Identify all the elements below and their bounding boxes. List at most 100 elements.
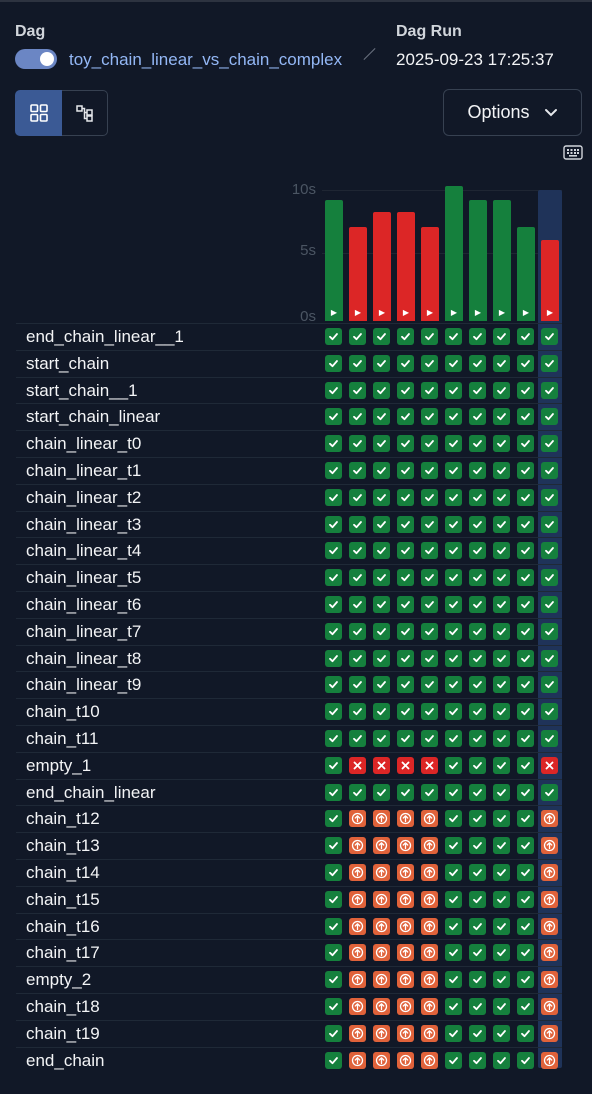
task-instance-cell[interactable]: [325, 756, 342, 774]
task-instance-cell[interactable]: [469, 944, 486, 962]
task-instance-cell[interactable]: [517, 944, 534, 962]
task-instance-cell[interactable]: [445, 328, 462, 345]
task-instance-cell[interactable]: [493, 810, 510, 828]
task-instance-cell[interactable]: [469, 435, 486, 453]
task-instance-cell[interactable]: [349, 810, 366, 828]
task-instance-cell[interactable]: [397, 783, 414, 801]
task-instance-cell[interactable]: [325, 944, 342, 962]
task-name[interactable]: chain_linear_t0: [26, 434, 141, 454]
task-instance-cell[interactable]: [541, 354, 558, 372]
task-instance-cell[interactable]: [373, 381, 390, 399]
task-instance-cell[interactable]: [325, 837, 342, 855]
run-duration-bar[interactable]: ▶: [397, 212, 415, 321]
task-instance-cell[interactable]: [445, 890, 462, 908]
task-instance-cell[interactable]: [397, 1051, 414, 1069]
task-instance-cell[interactable]: [397, 622, 414, 640]
task-instance-cell[interactable]: [397, 408, 414, 426]
task-instance-cell[interactable]: [397, 730, 414, 747]
task-instance-cell[interactable]: [541, 488, 558, 506]
task-instance-cell[interactable]: [541, 622, 558, 640]
task-name[interactable]: end_chain_linear: [26, 783, 156, 803]
task-instance-cell[interactable]: [541, 1024, 558, 1042]
task-instance-cell[interactable]: [469, 462, 486, 479]
task-instance-cell[interactable]: [421, 488, 438, 506]
task-name[interactable]: chain_linear_t7: [26, 622, 141, 642]
task-instance-cell[interactable]: [469, 730, 486, 747]
task-instance-cell[interactable]: [373, 971, 390, 989]
task-instance-cell[interactable]: [397, 542, 414, 560]
task-instance-cell[interactable]: [397, 944, 414, 962]
task-instance-cell[interactable]: [421, 837, 438, 855]
task-instance-cell[interactable]: [493, 890, 510, 908]
task-instance-cell[interactable]: [445, 998, 462, 1015]
task-instance-cell[interactable]: [397, 596, 414, 613]
task-instance-cell[interactable]: [469, 864, 486, 881]
task-instance-cell[interactable]: [325, 408, 342, 426]
task-instance-cell[interactable]: [421, 890, 438, 908]
task-instance-cell[interactable]: [373, 328, 390, 345]
task-instance-cell[interactable]: [493, 596, 510, 613]
task-name[interactable]: chain_linear_t3: [26, 515, 141, 535]
task-instance-cell[interactable]: [541, 703, 558, 721]
task-instance-cell[interactable]: [493, 542, 510, 560]
task-instance-cell[interactable]: [445, 488, 462, 506]
task-instance-cell[interactable]: [373, 596, 390, 613]
task-instance-cell[interactable]: [325, 864, 342, 881]
task-instance-cell[interactable]: [325, 810, 342, 828]
task-instance-cell[interactable]: [517, 622, 534, 640]
graph-view-button[interactable]: [62, 90, 108, 136]
task-instance-cell[interactable]: [541, 917, 558, 935]
task-name[interactable]: chain_t10: [26, 702, 100, 722]
task-instance-cell[interactable]: [493, 1051, 510, 1069]
task-instance-cell[interactable]: [349, 783, 366, 801]
task-instance-cell[interactable]: [469, 381, 486, 399]
task-instance-cell[interactable]: [421, 1051, 438, 1069]
task-name[interactable]: chain_t11: [26, 729, 98, 749]
task-instance-cell[interactable]: [373, 730, 390, 747]
task-instance-cell[interactable]: [373, 622, 390, 640]
task-instance-cell[interactable]: [349, 944, 366, 962]
task-instance-cell[interactable]: [469, 676, 486, 694]
task-name[interactable]: chain_linear_t1: [26, 461, 141, 481]
task-instance-cell[interactable]: [517, 890, 534, 908]
task-instance-cell[interactable]: [325, 328, 342, 345]
task-name[interactable]: chain_linear_t9: [26, 675, 141, 695]
task-instance-cell[interactable]: [493, 998, 510, 1015]
task-instance-cell[interactable]: [397, 328, 414, 345]
task-instance-cell[interactable]: [469, 1051, 486, 1069]
task-instance-cell[interactable]: [421, 328, 438, 345]
task-instance-cell[interactable]: [469, 703, 486, 721]
task-instance-cell[interactable]: [373, 408, 390, 426]
task-instance-cell[interactable]: [373, 998, 390, 1015]
task-instance-cell[interactable]: [469, 542, 486, 560]
task-name[interactable]: chain_t14: [26, 863, 100, 883]
task-instance-cell[interactable]: [469, 515, 486, 533]
task-instance-cell[interactable]: [373, 354, 390, 372]
task-instance-cell[interactable]: [373, 917, 390, 935]
task-instance-cell[interactable]: [325, 676, 342, 694]
task-instance-cell[interactable]: [445, 622, 462, 640]
task-instance-cell[interactable]: [349, 515, 366, 533]
task-instance-cell[interactable]: [397, 354, 414, 372]
task-instance-cell[interactable]: [517, 596, 534, 613]
task-instance-cell[interactable]: [397, 998, 414, 1015]
task-instance-cell[interactable]: [517, 354, 534, 372]
task-instance-cell[interactable]: [493, 917, 510, 935]
task-instance-cell[interactable]: [445, 783, 462, 801]
task-instance-cell[interactable]: [349, 328, 366, 345]
task-instance-cell[interactable]: [421, 408, 438, 426]
task-instance-cell[interactable]: [517, 569, 534, 587]
task-instance-cell[interactable]: [445, 354, 462, 372]
task-instance-cell[interactable]: [421, 864, 438, 881]
task-instance-cell[interactable]: [373, 435, 390, 453]
task-instance-cell[interactable]: [445, 971, 462, 989]
task-instance-cell[interactable]: [421, 354, 438, 372]
task-instance-cell[interactable]: [493, 703, 510, 721]
task-instance-cell[interactable]: [421, 998, 438, 1015]
task-instance-cell[interactable]: [493, 756, 510, 774]
task-instance-cell[interactable]: [445, 1051, 462, 1069]
task-instance-cell[interactable]: [325, 971, 342, 989]
task-instance-cell[interactable]: [517, 1024, 534, 1042]
task-instance-cell[interactable]: [349, 408, 366, 426]
task-instance-cell[interactable]: [541, 328, 558, 345]
